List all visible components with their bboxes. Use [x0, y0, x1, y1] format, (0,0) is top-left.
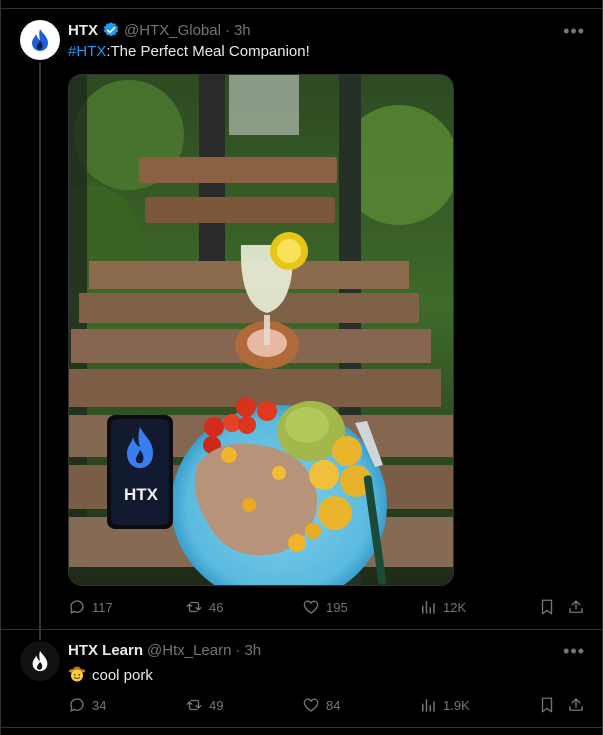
bottom-divider [1, 727, 602, 728]
tweet-text: #HTX:The Perfect Meal Companion! [68, 43, 310, 60]
repost-button[interactable]: 46 [185, 598, 223, 616]
reply-count: 34 [92, 697, 107, 713]
repost-icon [186, 601, 202, 613]
repost-count: 49 [209, 697, 224, 713]
thread-line [39, 62, 41, 640]
share-icon [569, 698, 583, 711]
tweet-body: :The Perfect Meal Companion! [106, 43, 310, 60]
meal-photo [69, 75, 453, 585]
heart-icon [303, 698, 319, 712]
bookmark-button[interactable] [538, 598, 556, 616]
reply-header: HTX Learn @Htx_Learn · 3h [68, 642, 261, 659]
views-count: 12K [443, 599, 467, 615]
repost-button[interactable]: 49 [185, 696, 223, 714]
htx-flame-icon [32, 29, 48, 51]
reply-body: cool pork [92, 667, 153, 684]
repost-icon [186, 699, 202, 711]
heart-icon [303, 600, 319, 614]
display-name[interactable]: HTX Learn [68, 642, 143, 659]
bookmark-icon [541, 599, 553, 615]
timestamp[interactable]: 3h [234, 22, 251, 39]
share-icon [569, 600, 583, 613]
like-count: 195 [326, 599, 348, 615]
views-icon [422, 601, 435, 614]
reply-count: 117 [92, 599, 113, 615]
timestamp[interactable]: 3h [244, 642, 261, 659]
reply-button[interactable]: 117 [68, 598, 113, 616]
tweet-actions: 117 46 195 12K [68, 598, 588, 618]
top-border [0, 0, 603, 9]
reply-button[interactable]: 34 [68, 696, 106, 714]
phone-logo-text: HTX [124, 485, 158, 504]
separator: · [224, 21, 230, 39]
bookmark-button[interactable] [538, 696, 556, 714]
like-button[interactable]: 195 [302, 598, 348, 616]
more-icon[interactable]: ••• [563, 22, 585, 40]
handle[interactable]: @HTX_Global [124, 22, 221, 39]
avatar-htx[interactable] [20, 20, 60, 60]
avatar-htx-learn[interactable] [20, 641, 60, 681]
views-icon [422, 699, 435, 712]
views-button[interactable]: 1.9K [419, 696, 470, 714]
left-border [0, 0, 1, 735]
handle[interactable]: @Htx_Learn [147, 642, 231, 659]
views-count: 1.9K [443, 697, 470, 713]
like-count: 84 [326, 697, 341, 713]
display-name[interactable]: HTX [68, 22, 98, 39]
like-button[interactable]: 84 [302, 696, 340, 714]
verified-badge-icon [103, 22, 119, 37]
reply-actions: 34 49 84 1.9K [68, 696, 588, 716]
reply-text: cool pork [68, 665, 153, 684]
tweet-divider [1, 629, 602, 630]
hashtag-link[interactable]: #HTX [68, 43, 106, 60]
share-button[interactable] [567, 696, 585, 714]
separator: · [235, 642, 241, 659]
tweet-photo[interactable]: HTX [68, 74, 454, 586]
cowboy-emoji-icon [68, 666, 86, 682]
tweet-header: HTX @HTX_Global · 3h [68, 21, 251, 39]
share-button[interactable] [567, 598, 585, 616]
htx-flame-icon [32, 650, 48, 672]
reply-icon [70, 600, 84, 614]
repost-count: 46 [209, 599, 224, 615]
more-icon[interactable]: ••• [563, 642, 585, 660]
bookmark-icon [541, 697, 553, 713]
views-button[interactable]: 12K [419, 598, 466, 616]
reply-icon [70, 698, 84, 712]
